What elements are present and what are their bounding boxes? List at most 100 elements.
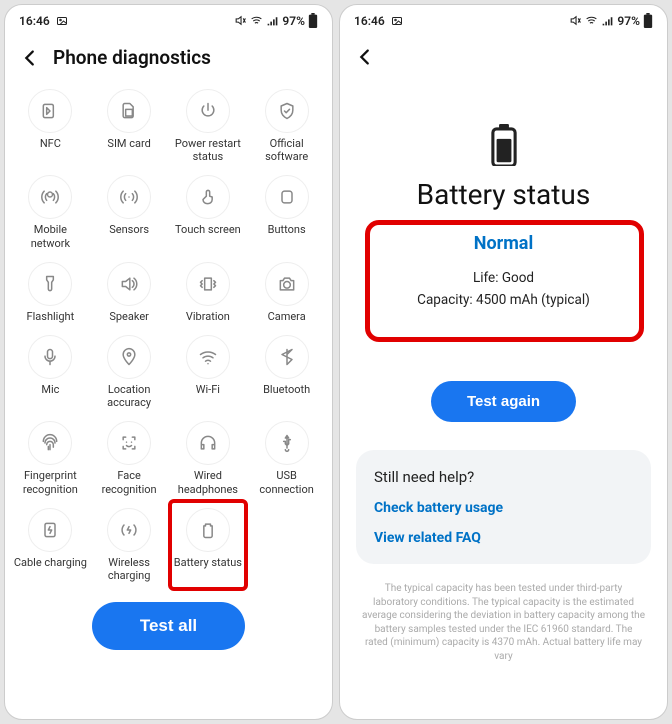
battery-status-value: Normal — [378, 233, 629, 254]
diag-item-wifi[interactable]: Wi-Fi — [169, 329, 248, 415]
diag-item-label: Touch screen — [175, 223, 241, 236]
vibration-icon — [186, 262, 230, 306]
diag-item-label: SIM card — [107, 137, 150, 150]
phone-diagnostics-screen: 16:46 97% Phone diagnostics NFC SIM card P… — [4, 4, 333, 720]
flashlight-icon — [28, 262, 72, 306]
battery-status-screen: 16:46 97% Battery status Normal Life: Go… — [339, 4, 668, 720]
diag-item-label: Wireless charging — [92, 556, 166, 582]
nfc-icon — [28, 89, 72, 133]
wifi-icon — [186, 335, 230, 379]
sim-icon — [107, 89, 151, 133]
mute-icon — [234, 14, 247, 27]
test-again-button[interactable]: Test again — [431, 381, 576, 422]
status-battery-pct: 97% — [282, 14, 305, 28]
camera-icon — [265, 262, 309, 306]
image-icon — [391, 15, 403, 27]
diag-item-nfc[interactable]: NFC — [11, 83, 90, 169]
back-icon[interactable] — [354, 46, 376, 68]
signal-icon — [266, 14, 279, 27]
diag-item-label: Camera — [268, 310, 306, 323]
diag-item-touch[interactable]: Touch screen — [169, 169, 248, 255]
diag-item-face[interactable]: Face recognition — [90, 415, 169, 501]
wifi-icon — [585, 14, 598, 27]
diag-item-camera[interactable]: Camera — [247, 256, 326, 329]
diag-item-label: Vibration — [186, 310, 230, 323]
diag-item-power[interactable]: Power restart status — [169, 83, 248, 169]
mic-icon — [28, 335, 72, 379]
diag-item-label: USB connection — [250, 469, 324, 495]
diag-item-label: Mobile network — [13, 223, 87, 249]
diag-item-label: Speaker — [109, 310, 149, 323]
back-icon[interactable] — [19, 47, 41, 69]
diag-item-label: Power restart status — [171, 137, 245, 163]
diagnostics-grid: NFC SIM card Power restart statusOfficial … — [5, 81, 332, 590]
diag-item-buttons[interactable]: Buttons — [247, 169, 326, 255]
diag-item-fingerprint[interactable]: Fingerprint recognition — [11, 415, 90, 501]
diag-item-label: Wi-Fi — [196, 383, 220, 396]
diag-item-usb[interactable]: USB connection — [247, 415, 326, 501]
status-bar: 16:46 97% — [340, 5, 667, 32]
diag-item-battery[interactable]: Battery status — [169, 502, 248, 588]
signal-icon — [601, 14, 614, 27]
diag-item-bluetooth[interactable]: Bluetooth — [247, 329, 326, 415]
diag-item-vibration[interactable]: Vibration — [169, 256, 248, 329]
sensors-icon — [107, 175, 151, 219]
headphones-icon — [186, 421, 230, 465]
diag-item-label: Face recognition — [92, 469, 166, 495]
header — [340, 32, 667, 80]
diag-item-headphones[interactable]: Wired headphones — [169, 415, 248, 501]
diag-item-wireless-charge[interactable]: Wireless charging — [90, 502, 169, 588]
wifi-icon — [250, 14, 263, 27]
diag-item-label: Sensors — [109, 223, 149, 236]
diag-item-label: Flashlight — [27, 310, 75, 323]
test-all-button[interactable]: Test all — [92, 602, 245, 650]
face-icon — [107, 421, 151, 465]
check-battery-usage-link[interactable]: Check battery usage — [374, 500, 633, 516]
diag-item-label: Wired headphones — [171, 469, 245, 495]
diag-item-cable-charge[interactable]: Cable charging — [11, 502, 90, 588]
view-related-faq-link[interactable]: View related FAQ — [374, 530, 633, 546]
battery-capacity-label: Capacity: 4500 mAh (typical) — [378, 290, 629, 312]
diag-item-label: Fingerprint recognition — [13, 469, 87, 495]
mute-icon — [569, 14, 582, 27]
diag-item-label: Battery status — [174, 556, 242, 569]
diag-item-antenna[interactable]: Mobile network — [11, 169, 90, 255]
diag-item-label: Cable charging — [14, 556, 87, 569]
battery-status-box: Normal Life: Good Capacity: 4500 mAh (ty… — [370, 223, 637, 329]
wireless-charge-icon — [107, 508, 151, 552]
diag-item-shield[interactable]: Official software — [247, 83, 326, 169]
battery-icon — [186, 508, 230, 552]
diag-item-sensors[interactable]: Sensors — [90, 169, 169, 255]
help-card: Still need help? Check battery usage Vie… — [356, 450, 651, 564]
header: Phone diagnostics — [5, 32, 332, 81]
touch-icon — [186, 175, 230, 219]
cable-charge-icon — [28, 508, 72, 552]
page-title: Phone diagnostics — [53, 46, 211, 69]
diag-item-mic[interactable]: Mic — [11, 329, 90, 415]
usb-icon — [265, 421, 309, 465]
diag-item-location[interactable]: Location accuracy — [90, 329, 169, 415]
power-icon — [186, 89, 230, 133]
buttons-icon — [265, 175, 309, 219]
location-icon — [107, 335, 151, 379]
battery-status-title: Battery status — [417, 178, 591, 211]
battery-life-label: Life: Good — [378, 268, 629, 290]
status-bar: 16:46 97% — [5, 5, 332, 32]
diag-item-flashlight[interactable]: Flashlight — [11, 256, 90, 329]
diag-item-label: Official software — [250, 137, 324, 163]
diag-item-label: Bluetooth — [263, 383, 310, 396]
shield-icon — [265, 89, 309, 133]
diag-item-label: NFC — [40, 137, 61, 150]
battery-icon — [643, 13, 653, 28]
diag-item-sim[interactable]: SIM card — [90, 83, 169, 169]
capacity-footnote: The typical capacity has been tested und… — [340, 564, 667, 663]
diag-item-speaker[interactable]: Speaker — [90, 256, 169, 329]
speaker-icon — [107, 262, 151, 306]
battery-large-icon — [487, 122, 521, 168]
diag-item-label: Mic — [41, 383, 59, 396]
antenna-icon — [28, 175, 72, 219]
diag-item-label: Buttons — [268, 223, 306, 236]
status-battery-pct: 97% — [617, 14, 640, 28]
fingerprint-icon — [28, 421, 72, 465]
help-title: Still need help? — [374, 468, 633, 486]
